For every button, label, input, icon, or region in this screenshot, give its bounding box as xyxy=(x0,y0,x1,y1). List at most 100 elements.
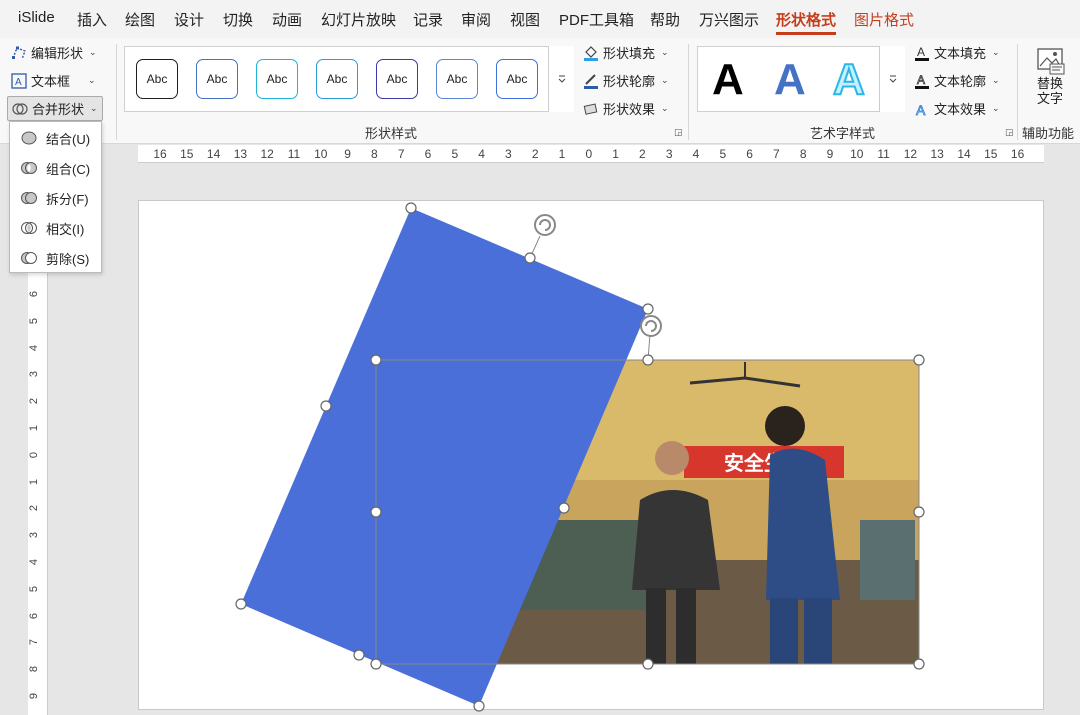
ruler-tick-label: 0 xyxy=(28,451,41,458)
tab-slideshow[interactable]: 幻灯片放映 xyxy=(321,9,396,30)
ruler-tick-label: 2 xyxy=(28,505,41,512)
text-box-button[interactable]: A 文本框 ⌄ xyxy=(11,71,96,90)
tab-picture-format[interactable]: 图片格式 xyxy=(854,9,914,30)
ruler-tick-label: 2 xyxy=(531,147,539,161)
svg-text:A: A xyxy=(15,77,22,88)
ruler-tick-label: 1 xyxy=(558,147,566,161)
ruler-tick-label: 8 xyxy=(28,666,41,673)
alt-text-icon xyxy=(1037,48,1065,75)
wordart-gallery: A A A xyxy=(697,46,905,112)
wordart-style-2[interactable]: A xyxy=(774,55,806,105)
chevron-down-icon: ⌄ xyxy=(661,47,669,57)
ruler-tick-label: 2 xyxy=(639,147,646,161)
text-outline-button[interactable]: A 文本轮廓 ⌄ xyxy=(914,71,1000,90)
svg-text:A: A xyxy=(917,45,925,59)
chevron-down-icon: ⌄ xyxy=(88,75,96,85)
tab-review[interactable]: 审阅 xyxy=(461,9,491,30)
text-fill-button[interactable]: A 文本填充 ⌄ xyxy=(914,43,1000,62)
merge-shapes-button[interactable]: 合并形状 ⌄ xyxy=(7,96,103,121)
shape-style-2[interactable]: Abc xyxy=(196,59,238,99)
dialog-launcher-icon[interactable]: ◲ xyxy=(1005,127,1014,138)
text-effects-button[interactable]: A 文本效果 ⌄ xyxy=(914,99,1000,118)
tab-shape-format[interactable]: 形状格式 xyxy=(776,9,837,35)
menu-item-combine[interactable]: 组合(C) xyxy=(10,154,103,182)
ruler-tick-label: 5 xyxy=(28,317,41,324)
shape-outline-button[interactable]: 形状轮廓 ⌄ xyxy=(583,71,669,90)
subtract-icon xyxy=(21,252,37,264)
tab-view[interactable]: 视图 xyxy=(510,9,540,30)
merge-shapes-icon xyxy=(12,101,28,117)
tab-transitions[interactable]: 切换 xyxy=(223,9,253,30)
shape-effects-icon xyxy=(583,101,599,117)
text-box-label: 文本框 xyxy=(31,74,71,89)
tab-design[interactable]: 设计 xyxy=(174,9,204,30)
shape-effects-button[interactable]: 形状效果 ⌄ xyxy=(583,99,669,118)
ruler-tick-label: 5 xyxy=(28,585,41,592)
tab-pdf-tools[interactable]: PDF工具箱 xyxy=(559,9,634,30)
shape-style-7[interactable]: Abc xyxy=(496,59,538,99)
tab-wondershare-diagram[interactable]: 万兴图示 xyxy=(699,9,759,30)
tab-record[interactable]: 记录 xyxy=(413,9,443,30)
ruler-tick-label: 4 xyxy=(478,147,485,161)
shape-style-5[interactable]: Abc xyxy=(376,59,418,99)
chevron-down-icon: ⌄ xyxy=(992,47,1000,57)
svg-text:A: A xyxy=(917,73,925,87)
tab-insert[interactable]: 插入 xyxy=(77,9,107,30)
ruler-tick-label: 5 xyxy=(451,147,459,161)
dialog-launcher-icon[interactable]: ◲ xyxy=(674,127,683,138)
ruler-tick-label: 13 xyxy=(233,147,248,161)
ruler-tick-label: 16 xyxy=(1010,147,1025,161)
slide-canvas[interactable] xyxy=(138,200,1044,710)
ruler-tick-label: 3 xyxy=(28,371,41,378)
menu-item-fragment[interactable]: 拆分(F) xyxy=(10,184,103,212)
ruler-tick-label: 8 xyxy=(799,147,807,161)
text-effects-label: 文本效果 xyxy=(934,102,987,117)
more-icon xyxy=(558,75,565,83)
edit-shape-button[interactable]: 编辑形状 ⌄ xyxy=(11,43,97,62)
ruler-tick-label: 4 xyxy=(692,147,700,161)
ruler-tick-label: 15 xyxy=(984,147,998,161)
menu-item-intersect[interactable]: 相交(I) xyxy=(10,214,103,242)
wordart-more-button[interactable] xyxy=(879,46,905,112)
ruler-tick-label: 1 xyxy=(28,424,41,432)
tab-draw[interactable]: 绘图 xyxy=(125,9,155,30)
alt-text-label-line2: 文字 xyxy=(1036,91,1063,106)
wordart-style-3[interactable]: A xyxy=(832,54,866,105)
shape-styles-group-label: 形状样式 xyxy=(365,126,418,141)
ruler-tick-label: 6 xyxy=(28,612,41,619)
ruler-tick-label: 8 xyxy=(371,147,378,161)
shape-fill-button[interactable]: 形状填充 ⌄ xyxy=(583,43,669,62)
menu-item-subtract[interactable]: 剪除(S) xyxy=(10,244,103,272)
ruler-tick-label: 13 xyxy=(930,147,944,161)
shape-effects-label: 形状效果 xyxy=(603,102,656,117)
ruler-tick-label: 12 xyxy=(260,147,274,161)
gallery-more-button[interactable] xyxy=(548,46,574,112)
alt-text-button[interactable]: 替换 文字 xyxy=(1027,44,1073,114)
shape-style-4[interactable]: Abc xyxy=(316,59,358,99)
chevron-down-icon: ⌄ xyxy=(992,75,1000,85)
group-divider xyxy=(1017,44,1018,140)
ruler-tick-label: 1 xyxy=(28,478,41,485)
menu-item-union[interactable]: 结合(U) xyxy=(10,124,103,152)
tab-help[interactable]: 帮助 xyxy=(650,9,680,30)
edit-points-icon xyxy=(11,45,27,61)
ruler-tick-label: 3 xyxy=(505,147,512,161)
shape-style-1[interactable]: Abc xyxy=(136,59,178,99)
wordart-styles-group-label: 艺术字样式 xyxy=(810,126,876,141)
pencil-outline-icon xyxy=(583,73,599,89)
horizontal-ruler: 16 15 14 13 12 11 10 9 8 7 6 5 4 3 2 1 0 1 2 3 4 5 6 7 8 9 10 11 12 1… xyxy=(138,145,1044,163)
ruler-tick-label: 14 xyxy=(206,147,221,161)
ruler-tick-label: 9 xyxy=(826,147,834,161)
tab-animations[interactable]: 动画 xyxy=(272,9,302,30)
ruler-tick-label: 3 xyxy=(28,532,41,539)
paint-bucket-icon xyxy=(583,45,599,61)
wordart-style-1[interactable]: A xyxy=(712,55,744,105)
ruler-tick-label: 4 xyxy=(28,558,41,566)
shape-outline-label: 形状轮廓 xyxy=(603,74,656,89)
ruler-tick-label: 10 xyxy=(314,147,328,161)
ruler-tick-label: 9 xyxy=(28,692,41,700)
tab-islide[interactable]: iSlide xyxy=(18,9,55,26)
shape-style-6[interactable]: Abc xyxy=(436,59,478,99)
ruler-tick-label: 11 xyxy=(877,147,890,161)
shape-style-3[interactable]: Abc xyxy=(256,59,298,99)
